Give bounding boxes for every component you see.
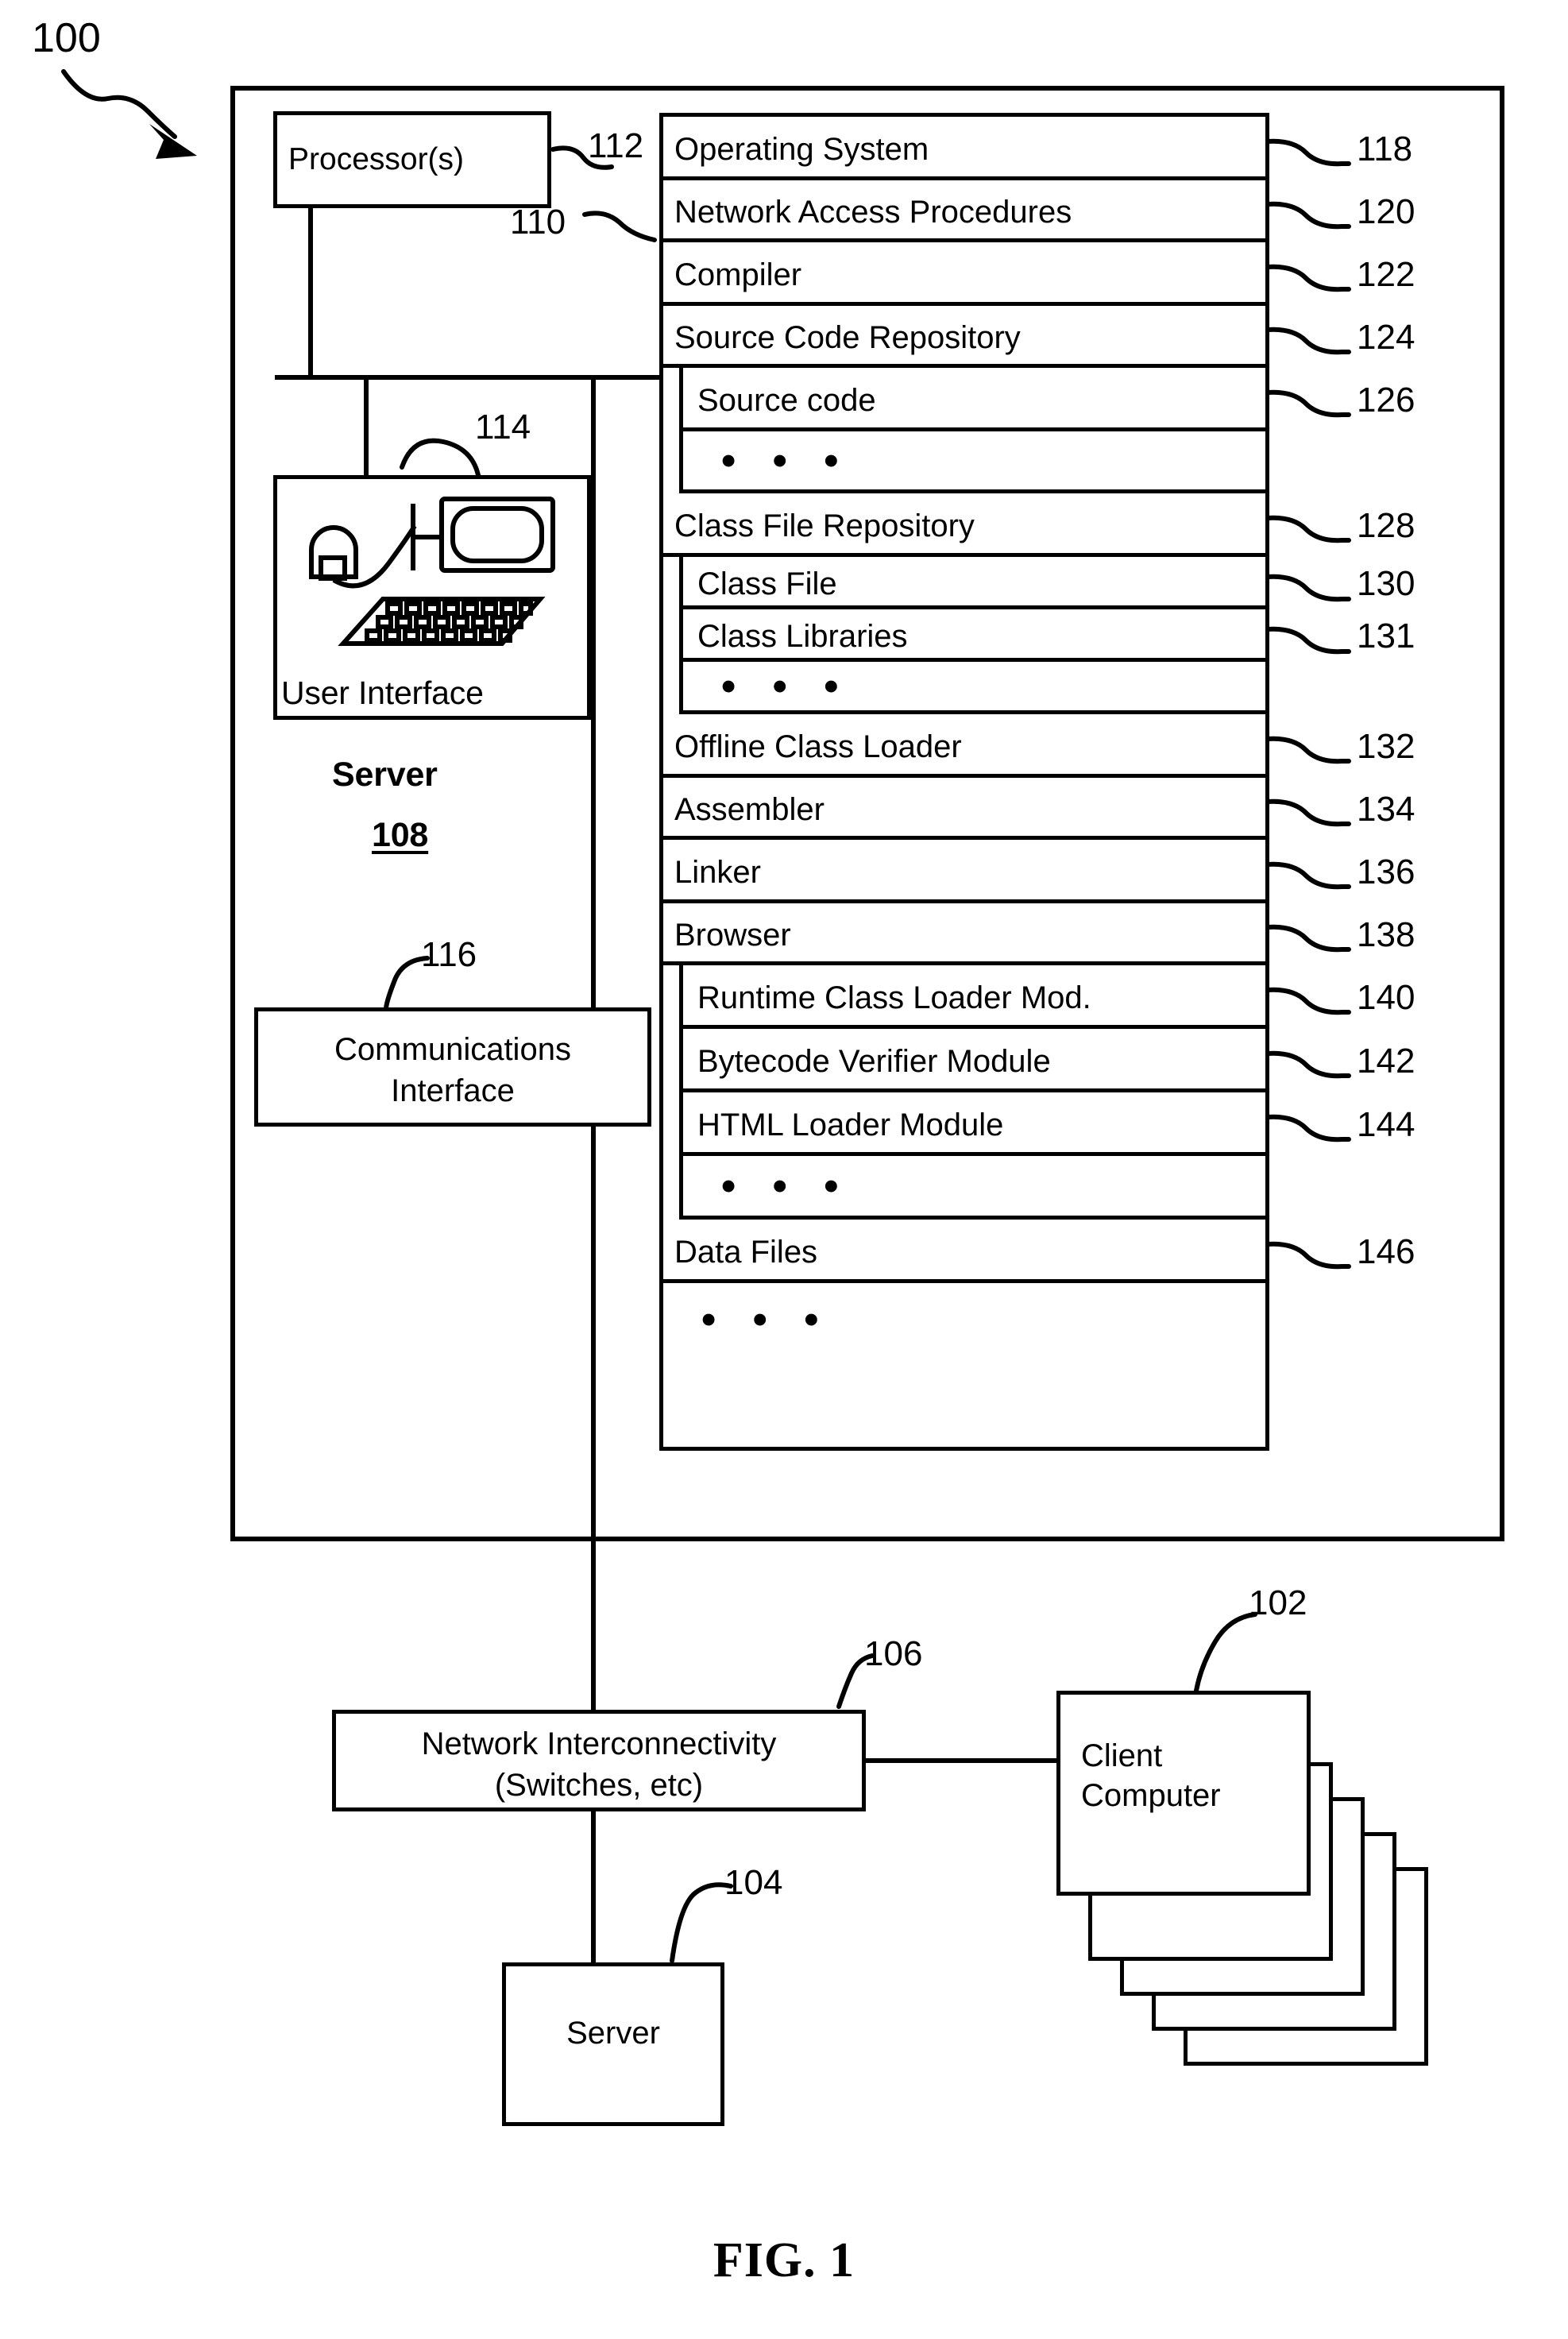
module-row: HTML Loader Module (679, 1092, 1265, 1156)
module-row: Offline Class Loader (663, 714, 1265, 778)
reference-numeral-138: 138 (1357, 915, 1415, 954)
module-row: Class File Repository (663, 493, 1265, 557)
reference-numeral-126: 126 (1357, 381, 1415, 419)
ellipsis-icon: • • • (721, 663, 852, 709)
processor-label: Processor(s) (288, 142, 465, 176)
reference-numeral-106: 106 (864, 1634, 923, 1673)
memory-module-column: Operating System Network Access Procedure… (659, 113, 1269, 1451)
ellipsis-icon: • • • (721, 1163, 852, 1209)
module-label: Operating System (674, 132, 929, 167)
network-interconnectivity-box: Network Interconnectivity (Switches, etc… (332, 1710, 866, 1811)
module-label: Class File (697, 566, 837, 601)
module-label: Assembler (674, 792, 825, 827)
processor-box: Processor(s) (273, 111, 551, 208)
module-label: Bytecode Verifier Module (697, 1044, 1051, 1079)
client-computer-label: Client Computer (1081, 1736, 1221, 1815)
reference-numeral-118: 118 (1357, 130, 1413, 168)
module-row: • • • (679, 1156, 1265, 1220)
reference-numeral-108: 108 (372, 816, 429, 854)
network-label-line2: (Switches, etc) (494, 1768, 704, 1803)
reference-numeral-112: 112 (588, 126, 644, 165)
reference-numeral-146: 146 (1357, 1232, 1415, 1271)
reference-numeral-142: 142 (1357, 1042, 1415, 1081)
module-row: Network Access Procedures (663, 180, 1265, 242)
module-row: Browser (663, 903, 1265, 965)
reference-numeral-131: 131 (1357, 617, 1415, 655)
reference-numeral-110: 110 (510, 203, 566, 242)
module-row: Linker (663, 840, 1265, 903)
reference-numeral-120: 120 (1357, 192, 1415, 231)
desktop-computer-icon (309, 497, 555, 646)
network-label-line1: Network Interconnectivity (421, 1726, 777, 1761)
communications-interface-box: Communications Interface (254, 1007, 651, 1127)
reference-numeral-116: 116 (421, 935, 477, 974)
module-row: Data Files (663, 1220, 1265, 1283)
module-row: • • • (679, 662, 1265, 714)
module-label: Network Access Procedures (674, 195, 1072, 230)
reference-numeral-134: 134 (1357, 790, 1415, 829)
client-computer-label-line1: Client (1081, 1738, 1163, 1773)
figure-caption: FIG. 1 (713, 2233, 855, 2287)
reference-numeral-130: 130 (1357, 564, 1415, 603)
module-row: Compiler (663, 242, 1265, 306)
reference-numeral-102: 102 (1249, 1583, 1307, 1622)
module-row: Bytecode Verifier Module (679, 1029, 1265, 1092)
reference-numeral-136: 136 (1357, 852, 1415, 891)
module-label: Compiler (674, 257, 802, 292)
module-label: Source code (697, 383, 876, 418)
module-row: Operating System (663, 117, 1265, 180)
reference-numeral-114: 114 (475, 408, 531, 447)
bus-comm-drop (591, 375, 596, 1011)
ellipsis-icon: • • • (721, 438, 852, 484)
module-row: Source Code Repository (663, 306, 1265, 368)
module-label: Runtime Class Loader Mod. (697, 980, 1091, 1015)
reference-numeral-104: 104 (724, 1863, 783, 1902)
link-network-to-client (866, 1758, 1056, 1763)
module-label: Source Code Repository (674, 320, 1021, 355)
reference-numeral-132: 132 (1357, 727, 1415, 766)
user-interface-label: User Interface (281, 675, 484, 711)
module-row: Source code (679, 368, 1265, 431)
module-label: Class Libraries (697, 619, 908, 654)
communications-interface-label-line2: Interface (391, 1073, 515, 1108)
client-computer-label-line2: Computer (1081, 1778, 1221, 1813)
module-row: Assembler (663, 778, 1265, 840)
module-row: • • • (663, 1283, 1265, 1359)
reference-numeral-144: 144 (1357, 1105, 1415, 1144)
client-computer-box: Client Computer (1056, 1691, 1311, 1896)
module-label: HTML Loader Module (697, 1108, 1004, 1142)
module-row: Runtime Class Loader Mod. (679, 965, 1265, 1029)
module-label: Browser (674, 918, 791, 953)
bus-horizontal-main (275, 375, 661, 380)
reference-numeral-140: 140 (1357, 978, 1415, 1017)
bus-ui-drop (364, 375, 369, 480)
reference-numeral-100: 100 (32, 15, 101, 61)
module-row: Class File (679, 557, 1265, 609)
communications-interface-label-line1: Communications (334, 1032, 571, 1067)
link-network-to-server (591, 1811, 596, 1962)
module-row: • • • (679, 431, 1265, 493)
reference-numeral-128: 128 (1357, 506, 1415, 545)
patent-figure-1: 100 Processor(s) 112 110 User Interface … (0, 0, 1568, 2339)
module-row: Class Libraries (679, 609, 1265, 662)
bottom-server-label: Server (566, 2016, 660, 2051)
module-label: Data Files (674, 1235, 818, 1270)
module-label: Class File Repository (674, 508, 975, 543)
ellipsis-icon: • • • (701, 1297, 832, 1343)
module-label: Linker (674, 855, 761, 890)
reference-numeral-122: 122 (1357, 255, 1415, 294)
server-title: Server (332, 756, 438, 794)
module-label: Offline Class Loader (674, 729, 962, 764)
link-comm-to-network (591, 1127, 596, 1711)
reference-numeral-124: 124 (1357, 318, 1415, 357)
bus-processor-drop (308, 208, 313, 378)
bottom-server-box: Server (502, 1962, 724, 2126)
